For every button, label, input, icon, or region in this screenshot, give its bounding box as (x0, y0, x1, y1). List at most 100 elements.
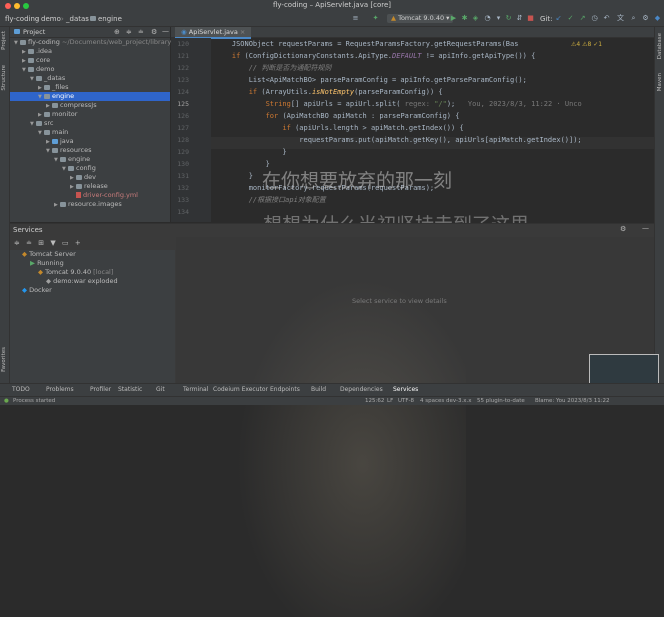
tree-item[interactable]: ▼ engine (10, 155, 170, 164)
code-line[interactable]: String[] apiUrls = apiUrl.split( regex: … (215, 98, 582, 110)
maven-tool-tab[interactable]: Maven (657, 73, 663, 91)
tree-item[interactable]: ▶ release (10, 182, 170, 191)
structure-tool-tab[interactable]: Structure (1, 65, 7, 91)
code-area[interactable]: JSONObject requestParams = RequestParams… (171, 38, 654, 222)
tree-item[interactable]: ▼ src (10, 119, 170, 128)
service-tree-item[interactable]: ◆ Tomcat 9.0.40 [local] (10, 268, 175, 277)
tree-item[interactable]: ▼ main (10, 128, 170, 137)
code-line[interactable]: } (215, 170, 253, 182)
tree-item[interactable]: ▼ demo (10, 65, 170, 74)
history-icon[interactable]: ◷ (591, 15, 598, 22)
gear-icon[interactable]: ⚙ (620, 225, 626, 233)
tree-item-label: _datas (44, 74, 66, 82)
tree-item[interactable]: ▶ java (10, 137, 170, 146)
expand-all-icon[interactable]: ≑ (126, 28, 132, 36)
service-tree-item[interactable]: ▶ Running (10, 259, 175, 268)
tree-item[interactable]: ▶ core (10, 56, 170, 65)
bottom-tab-terminal[interactable]: Terminal (183, 386, 208, 393)
gear-icon[interactable]: ⚙ (642, 15, 649, 22)
run-configuration-select[interactable]: ▲ Tomcat 9.0.40 ▾ (387, 14, 454, 23)
run-icon[interactable]: ▶ (450, 15, 457, 22)
layout-icon[interactable]: ▭ (62, 239, 69, 247)
bottom-tab-profiler[interactable]: Profiler (90, 386, 111, 393)
debug-icon[interactable]: ✱ (461, 15, 468, 22)
expand-all-icon[interactable]: ≑ (14, 239, 20, 247)
bottom-tab-build[interactable]: Build (311, 386, 326, 393)
hide-panel-icon[interactable]: — (642, 224, 649, 232)
bottom-tab-todo[interactable]: TODO (12, 386, 30, 393)
breadcrumb-engine[interactable]: engine (98, 15, 122, 23)
tree-item[interactable]: ▶ .idea (10, 47, 170, 56)
code-line[interactable]: //根据接口api对象配置 (215, 194, 326, 206)
build-icon[interactable]: ✦ (372, 15, 379, 22)
code-line[interactable]: if (ArrayUtils.isNotEmpty(parseParamConf… (215, 86, 443, 98)
tree-item[interactable]: ▶ compressJs (10, 101, 170, 110)
rerun-icon[interactable]: ↻ (505, 15, 512, 22)
database-tool-tab[interactable]: Database (657, 33, 663, 59)
service-tree-item[interactable]: ◆ demo:war exploded (10, 277, 175, 286)
search-icon[interactable]: ⌕ (630, 15, 637, 22)
code-line[interactable]: if (ConfigDictionaryConstants.ApiType.DE… (215, 50, 535, 62)
group-icon[interactable]: ⊞ (38, 239, 44, 247)
stop-icon[interactable]: ■ (527, 15, 534, 22)
filter-icon[interactable]: ▼ (50, 239, 55, 247)
bottom-tab-endpoints[interactable]: Endpoints (270, 386, 300, 393)
collapse-all-icon[interactable]: ≐ (26, 239, 32, 247)
more-run-icon[interactable]: ▾ (495, 15, 502, 22)
plugin-icon[interactable]: ◆ (654, 15, 661, 22)
tree-item[interactable]: ▼ _datas (10, 74, 170, 83)
tree-item-label: resource.images (68, 200, 122, 208)
project-tool-tab[interactable]: Project (1, 31, 7, 50)
collapse-all-icon[interactable]: ≐ (138, 28, 144, 36)
hide-panel-icon[interactable]: — (162, 27, 169, 35)
translate-icon[interactable]: 文 (617, 15, 624, 22)
tree-item[interactable]: driver-config.yml (10, 191, 170, 200)
bottom-tab-git[interactable]: Git (156, 386, 165, 393)
tree-item[interactable]: ▶ dev (10, 173, 170, 182)
bottom-tab-dependencies[interactable]: Dependencies (340, 386, 383, 393)
code-line[interactable]: if (apiUrls.length > apiMatch.getIndex()… (215, 122, 463, 134)
close-tab-icon[interactable]: × (240, 28, 245, 36)
inspection-widget[interactable]: ⚠4 ⚠8 ✓1 (571, 41, 602, 48)
breadcrumb-fly-coding[interactable]: fly-coding (5, 15, 39, 23)
git-label: Git: (540, 15, 553, 23)
git-push-icon[interactable]: ↗ (579, 15, 586, 22)
tree-item[interactable]: ▼ fly-coding ~/Documents/web_project/libr… (10, 38, 173, 47)
service-tree-extra: [local] (91, 268, 114, 276)
code-line[interactable]: JSONObject requestParams = RequestParams… (215, 38, 519, 50)
tree-item[interactable]: ▼ engine (10, 92, 170, 101)
tree-item[interactable]: ▶ _files (10, 83, 170, 92)
coverage-icon[interactable]: ◈ (472, 15, 479, 22)
breadcrumb-separator-icon: › (36, 15, 39, 23)
gear-icon[interactable]: ⚙ (151, 28, 157, 36)
service-tree-item[interactable]: ◆ Docker (10, 286, 175, 295)
right-tool-strip: Database Maven (654, 27, 664, 396)
rollback-icon[interactable]: ↶ (603, 15, 610, 22)
code-line[interactable]: for (ApiMatchBO apiMatch : parseParamCon… (215, 110, 460, 122)
hammer-icon[interactable]: ≡ (352, 15, 359, 22)
tree-item-label: release (84, 182, 108, 190)
favorites-tool-tab[interactable]: Favorites (1, 347, 7, 372)
profile-icon[interactable]: ◔ (484, 15, 491, 22)
tree-item[interactable]: ▶ monitor (10, 110, 170, 119)
git-update-icon[interactable]: ↙ (555, 15, 562, 22)
bottom-tab-problems[interactable]: Problems (46, 386, 74, 393)
bottom-tab-services[interactable]: Services (393, 386, 418, 393)
bottom-tab-statistic[interactable]: Statistic (118, 386, 142, 393)
git-commit-icon[interactable]: ✓ (567, 15, 574, 22)
code-line[interactable]: List<ApiMatchBO> parseParamConfig = apiI… (215, 74, 527, 86)
add-service-icon[interactable]: + (75, 239, 81, 247)
tree-item[interactable]: ▶ resource.images (10, 200, 170, 209)
bottom-tab-codeium-executor[interactable]: Codeium Executor (213, 386, 268, 393)
service-tree-item[interactable]: ◆ Tomcat Server (10, 250, 175, 259)
breadcrumb-demo[interactable]: demo (41, 15, 61, 23)
tree-item[interactable]: ▼ config (10, 164, 170, 173)
tree-item[interactable]: ▼ resources (10, 146, 170, 155)
locate-icon[interactable]: ⊕ (114, 28, 120, 36)
tree-item-label: compressJs (60, 101, 97, 109)
code-line[interactable]: } (215, 146, 286, 158)
code-line[interactable]: // 判断是否为通配符规则 (215, 62, 332, 74)
update-icon[interactable]: ⇵ (516, 15, 523, 22)
code-line[interactable]: requestParams.put(apiMatch.getKey(), api… (215, 134, 581, 146)
project-panel-title[interactable]: Project (23, 28, 45, 36)
